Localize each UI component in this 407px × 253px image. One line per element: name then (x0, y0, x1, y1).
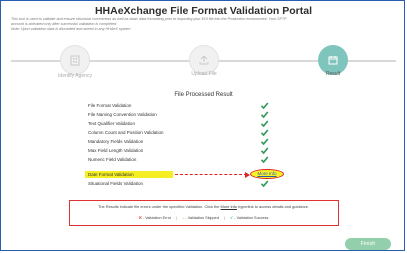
legend-error-label: - Validation Error (142, 216, 172, 220)
step-label: Identify Agency (58, 73, 92, 79)
validation-label: Situational Fields Validation (88, 181, 143, 186)
check-icon (260, 129, 269, 137)
page-title: HHAeXchange File Format Validation Porta… (94, 5, 313, 17)
validation-label: Numeric Field Validation (88, 157, 137, 162)
legend-items: ✕ - Validation Error | – - Validation Sk… (70, 215, 337, 220)
portal-window: HHAeXchange File Format Validation Porta… (0, 0, 405, 251)
check-icon (260, 138, 269, 146)
validation-label: File Format Validation (88, 103, 132, 108)
check-icon (260, 120, 269, 128)
check-icon (260, 111, 269, 119)
validation-label: Mandatory Fields Validation (88, 139, 144, 144)
legend-separator: | (223, 216, 225, 220)
intro-line: Note: Upon validation data is discarded … (11, 26, 131, 31)
result-heading: File Processed Result (174, 92, 233, 98)
legend-note: The Results indicate file errors under t… (70, 204, 337, 209)
validation-row: Max Field Length Validation (88, 147, 283, 155)
more-info-link[interactable]: More Info (250, 169, 284, 179)
validation-label: Column Count and Position Validation (88, 130, 164, 135)
step-identify-agency (60, 45, 90, 75)
building-icon (61, 46, 89, 74)
validation-row: Mandatory Fields Validation (88, 138, 283, 146)
legend-note-text: The Results indicate file errors under t… (97, 204, 220, 209)
legend-success-label: - Validation Success (234, 216, 269, 220)
validation-row: File Format Validation (88, 102, 283, 110)
legend-note-text: hyperlink to access details and guidance… (238, 204, 310, 209)
step-label: Result (325, 71, 341, 77)
legend-box: The Results indicate file errors under t… (69, 200, 339, 226)
legend-more-info-link[interactable]: More Info (221, 204, 237, 209)
check-icon: ✓ (230, 216, 234, 220)
validation-label: Max Field Length Validation (88, 148, 144, 153)
error-x-icon: ✕ (138, 216, 142, 220)
legend-skipped-label: - Validation Skipped (185, 216, 219, 220)
validation-label: File Naming Convention Validation (88, 112, 157, 117)
skipped-dash-icon: – (182, 216, 185, 220)
check-icon (260, 156, 269, 164)
validation-row: Text Qualifier Validation (88, 120, 283, 128)
validation-row: File Naming Convention Validation (88, 111, 283, 119)
upload-icon (190, 46, 218, 74)
intro-text: This tool is used to validate and ensure… (11, 17, 341, 32)
legend-separator: | (176, 216, 178, 220)
validation-row: Numeric Field Validation (88, 156, 283, 164)
validation-row: Column Count and Position Validation (88, 129, 283, 137)
validation-label: Date Format Validation (88, 172, 134, 177)
check-icon (260, 147, 269, 155)
finish-button[interactable]: Finish (345, 238, 391, 250)
validation-row: Situational Fields Validation (88, 180, 283, 188)
arrow-line (175, 174, 247, 175)
check-icon (260, 180, 269, 188)
check-icon (260, 102, 269, 110)
validation-label: Text Qualifier Validation (88, 121, 135, 126)
step-label: Upload File (191, 71, 217, 77)
